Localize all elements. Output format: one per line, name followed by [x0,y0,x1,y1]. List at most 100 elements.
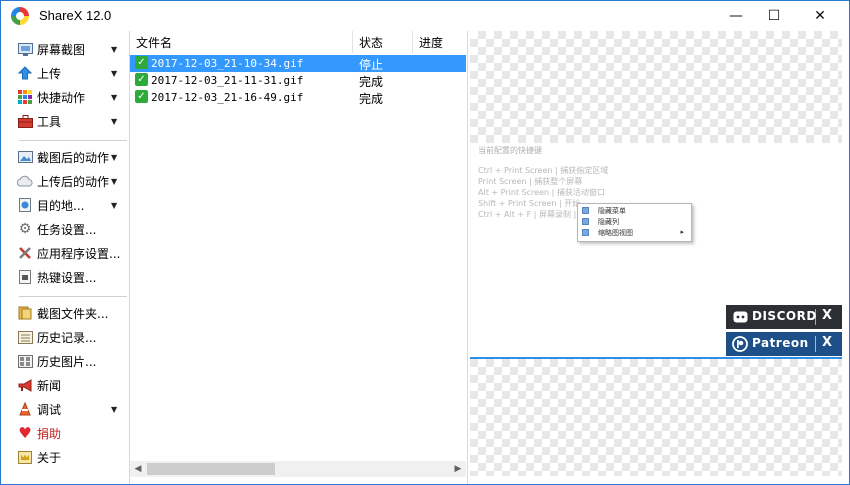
table-row[interactable]: ✓ 2017-12-03_21-16-49.gif 完成 [130,89,466,106]
menu-item-label: 截图文件夹... [37,306,109,321]
badge-divider [815,336,816,352]
menu-item-label: 应用程序设置... [37,246,121,261]
patreon-icon [732,336,748,352]
menu-item-label: 关于 [37,450,62,465]
context-menu-label: 隐藏菜单 [598,207,626,215]
menu-square-icon [582,207,589,214]
upload-arrow-icon [17,65,33,81]
hotkey-line: Ctrl + Print Screen | 捕获指定区域 [478,166,609,175]
menu-item-history[interactable]: 历史记录... [9,326,127,348]
menu-item-news[interactable]: 新闻 [9,374,127,396]
menu-item-after-upload[interactable]: 上传后的动作 ▼ [9,170,127,192]
menu-item-label: 快捷动作 [37,90,86,105]
title-bar[interactable]: ShareX 12.0 — ☐ ✕ [1,1,849,31]
heart-icon: ♥ [18,424,32,442]
menu-item-after-capture[interactable]: 截图后的动作 ▼ [9,146,127,168]
menu-item-destinations[interactable]: 目的地... ▼ [9,194,127,216]
file-name: 2017-12-03_21-11-31.gif [151,74,304,87]
hotkey-line: Alt + Print Screen | 捕获活动窗口 [478,188,605,197]
chevron-down-icon: ▼ [111,68,118,78]
context-menu-label: 隐藏列 [598,218,619,226]
context-menu-label: 缩略图视图 [598,229,633,237]
menu-item-task-settings[interactable]: ⚙ 任务设置... [9,218,127,240]
menu-item-label: 截图后的动作 [37,150,110,165]
splitter[interactable] [467,31,468,484]
megaphone-icon [17,377,33,393]
column-header-progress[interactable]: 进度 [413,31,466,53]
hotkey-line: Shift + Print Screen | 开始 [478,199,581,208]
menu-item-debug[interactable]: 调试 ▼ [9,398,127,420]
scrollbar-thumb[interactable] [147,463,275,475]
image-history-icon [17,353,33,369]
menu-item-label: 上传后的动作 [37,174,110,189]
screenshot-icon [17,41,33,57]
scroll-right-icon[interactable]: ▶ [450,461,466,477]
hotkey-line: Ctrl + Alt + F | 屏幕录制 | [478,210,577,219]
file-name: 2017-12-03_21-16-49.gif [151,91,304,104]
chevron-down-icon: ▼ [111,176,118,186]
wrench-icon [17,245,33,261]
task-list[interactable]: 文件名 状态 进度 ✓ 2017-12-03_21-10-34.gif 停止 ✓… [130,31,466,476]
patreon-close-button[interactable]: X [822,335,832,350]
menu-item-app-settings[interactable]: 应用程序设置... [9,242,127,264]
toolbox-icon [17,113,33,129]
main-menu-sidebar: 屏幕截图 ▼ 上传 ▼ 快捷动作 ▼ 工具 ▼ 截图后的动作 ▼ 上传后的动作 … [9,36,127,471]
context-menu-item: 缩略图视图 ▸ [582,227,686,239]
picture-icon [17,149,33,165]
check-icon: ✓ [135,56,148,69]
menu-item-label: 调试 [37,402,62,417]
menu-item-donate[interactable]: ♥ 捐助 [9,422,127,444]
menu-item-workflows[interactable]: 快捷动作 ▼ [9,86,127,108]
menu-item-tools[interactable]: 工具 ▼ [9,110,127,132]
table-row[interactable]: ✓ 2017-12-03_21-10-34.gif 停止 [130,55,466,72]
table-row[interactable]: ✓ 2017-12-03_21-11-31.gif 完成 [130,72,466,89]
discord-close-button[interactable]: X [822,308,832,323]
cloud-icon [17,173,33,189]
menu-square-icon [582,218,589,225]
menu-item-label: 上传 [37,66,62,81]
menu-item-upload[interactable]: 上传 ▼ [9,62,127,84]
maximize-button[interactable]: ☐ [751,1,797,31]
history-list-icon [17,329,33,345]
menu-square-icon [582,229,589,236]
discord-button[interactable]: DISCORD X [726,305,842,329]
close-button[interactable]: ✕ [797,1,843,31]
column-header-status[interactable]: 状态 [353,31,413,53]
menu-item-about[interactable]: 关于 [9,446,127,468]
folder-icon [17,305,33,321]
grid-icon [17,89,33,105]
menu-item-screenshots-folder[interactable]: 截图文件夹... [9,302,127,324]
file-status: 完成 [359,92,384,106]
menu-item-label: 新闻 [37,378,62,393]
sharex-logo-icon [11,7,29,25]
globe-icon [17,197,33,213]
menu-separator [19,140,127,141]
menu-item-hotkey-settings[interactable]: 热键设置... [9,266,127,288]
scroll-left-icon[interactable]: ◀ [130,461,146,477]
menu-item-label: 任务设置... [37,222,97,237]
submenu-arrow-icon: ▸ [680,228,684,236]
hotkey-line: Print Screen | 捕获整个屏幕 [478,177,583,186]
check-icon: ✓ [135,73,148,86]
gear-icon: ⚙ [18,221,32,237]
discord-label: DISCORD [752,309,817,323]
patreon-button[interactable]: Patreon X [726,332,842,356]
chevron-down-icon: ▼ [111,44,118,54]
column-header-filename[interactable]: 文件名 [130,31,353,53]
menu-item-label: 热键设置... [37,270,97,285]
hotkeys-title: 当前配置的快捷键 [478,146,542,155]
file-name: 2017-12-03_21-10-34.gif [151,57,304,70]
chevron-down-icon: ▼ [111,200,118,210]
context-menu-preview: 隐藏菜单 隐藏列 缩略图视图 ▸ [577,203,692,242]
check-icon: ✓ [135,90,148,103]
keyboard-icon [17,269,33,285]
traffic-cone-icon [17,401,33,417]
chevron-down-icon: ▼ [111,92,118,102]
menu-item-image-history[interactable]: 历史图片... [9,350,127,372]
file-status: 完成 [359,75,384,89]
menu-item-capture[interactable]: 屏幕截图 ▼ [9,38,127,60]
horizontal-scrollbar[interactable]: ◀ ▶ [130,461,466,477]
file-status: 停止 [359,58,384,72]
crown-icon [17,449,33,465]
preview-pane[interactable]: 当前配置的快捷键 Ctrl + Print Screen | 捕获指定区域 Pr… [470,31,842,476]
